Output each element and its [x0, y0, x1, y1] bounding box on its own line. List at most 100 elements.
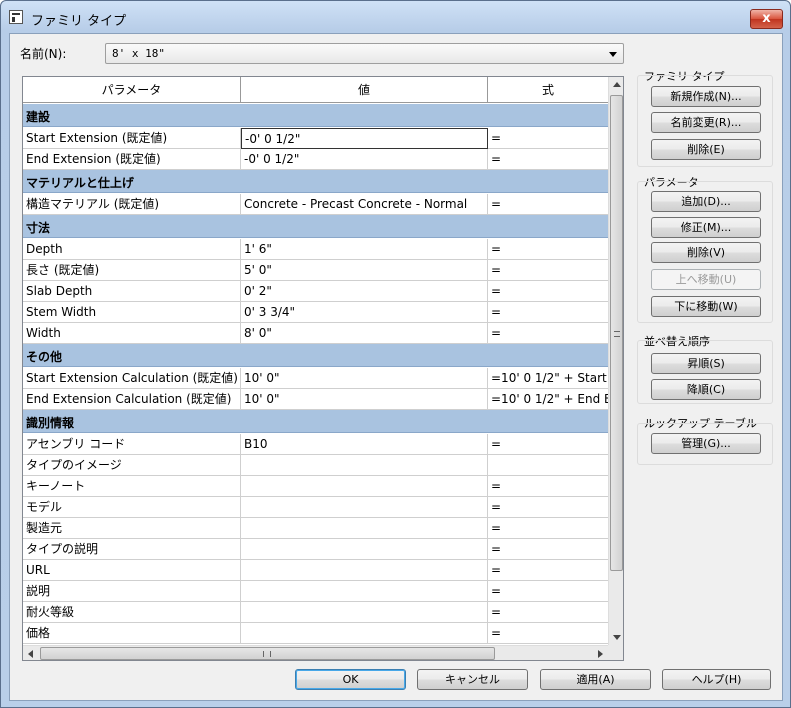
parameter-row[interactable]: キーノート = — [23, 476, 608, 497]
title-bar[interactable]: ファミリ タイプ x — [1, 1, 790, 33]
parameter-formula-cell[interactable]: = — [488, 539, 608, 560]
parameter-value-cell[interactable]: -0' 0 1/2" — [241, 149, 488, 170]
delete-type-button[interactable]: 削除(E) — [651, 139, 761, 160]
column-header-formula[interactable]: 式 — [488, 77, 608, 103]
type-name-combobox[interactable]: 8' x 18" — [105, 43, 624, 64]
manage-lookup-tables-button[interactable]: 管理(G)... — [651, 433, 761, 454]
parameter-name-cell: キーノート — [23, 476, 241, 497]
parameter-value-cell[interactable] — [241, 497, 488, 518]
group-header-row[interactable]: 識別情報 — [23, 410, 608, 433]
parameter-row[interactable]: End Extension (既定値) -0' 0 1/2" = — [23, 149, 608, 170]
scroll-right-icon[interactable] — [598, 650, 603, 658]
parameter-row[interactable]: URL = — [23, 560, 608, 581]
parameter-value-cell[interactable] — [241, 560, 488, 581]
scroll-left-icon[interactable] — [28, 650, 33, 658]
parameter-row[interactable]: Stem Width 0' 3 3/4" = — [23, 302, 608, 323]
parameter-value-cell[interactable] — [241, 539, 488, 560]
column-header-parameter[interactable]: パラメータ — [23, 77, 241, 103]
help-button[interactable]: ヘルプ(H) — [662, 669, 771, 690]
horizontal-scrollbar[interactable] — [23, 645, 608, 660]
parameter-formula-cell[interactable]: = — [488, 323, 608, 344]
parameter-value-cell[interactable]: 5' 0" — [241, 260, 488, 281]
cancel-button[interactable]: キャンセル — [417, 669, 528, 690]
move-up-button[interactable]: 上へ移動(U) — [651, 269, 761, 290]
parameter-value-cell[interactable] — [241, 602, 488, 623]
parameter-value-cell[interactable] — [241, 623, 488, 644]
parameter-formula-cell[interactable]: = — [488, 518, 608, 539]
parameter-row[interactable]: End Extension Calculation (既定値) 10' 0" =10… — [23, 389, 608, 410]
column-header-value[interactable]: 値 — [241, 77, 488, 103]
new-type-button[interactable]: 新規作成(N)... — [651, 86, 761, 107]
parameter-row[interactable]: Depth 1' 6" = — [23, 239, 608, 260]
parameter-row[interactable]: 製造元 = — [23, 518, 608, 539]
apply-button[interactable]: 適用(A) — [540, 669, 651, 690]
vertical-scrollbar[interactable] — [608, 77, 623, 645]
parameter-row[interactable]: タイプのイメージ — [23, 455, 608, 476]
parameter-formula-cell[interactable]: = — [488, 560, 608, 581]
move-down-button[interactable]: 下に移動(W) — [651, 296, 761, 317]
group-header-row[interactable]: 寸法 — [23, 215, 608, 238]
parameter-row[interactable]: タイプの説明 = — [23, 539, 608, 560]
parameter-value-cell[interactable]: 1' 6" — [241, 239, 488, 260]
parameter-value-cell[interactable]: -0' 0 1/2" — [241, 128, 488, 149]
parameter-value-cell[interactable] — [241, 476, 488, 497]
sort-descending-button[interactable]: 降順(C) — [651, 379, 761, 400]
parameter-row[interactable]: 価格 = — [23, 623, 608, 644]
parameter-row[interactable]: 構造マテリアル (既定値) Concrete - Precast Concrete… — [23, 194, 608, 215]
parameter-value-cell[interactable]: B10 — [241, 434, 488, 455]
parameter-formula-cell[interactable]: = — [488, 476, 608, 497]
horizontal-scroll-thumb[interactable] — [40, 647, 495, 660]
scroll-down-button[interactable] — [609, 629, 623, 645]
parameter-formula-cell[interactable]: = — [488, 497, 608, 518]
sort-ascending-button[interactable]: 昇順(S) — [651, 353, 761, 374]
parameter-formula-cell[interactable]: = — [488, 581, 608, 602]
modify-parameter-button[interactable]: 修正(M)... — [651, 217, 761, 238]
vertical-scroll-thumb[interactable] — [610, 95, 623, 571]
parameter-formula-cell[interactable]: = — [488, 602, 608, 623]
parameter-formula-cell[interactable]: = — [488, 128, 608, 149]
scroll-up-button[interactable] — [609, 77, 623, 93]
remove-parameter-button[interactable]: 削除(V) — [651, 242, 761, 263]
chevron-down-icon[interactable] — [609, 52, 617, 57]
parameter-value-cell[interactable] — [241, 581, 488, 602]
parameter-row[interactable]: Start Extension Calculation (既定値) 10' 0" =… — [23, 368, 608, 389]
group-header-row[interactable]: マテリアルと仕上げ — [23, 170, 608, 193]
parameter-row[interactable]: 耐火等級 = — [23, 602, 608, 623]
parameter-formula-cell[interactable]: = — [488, 434, 608, 455]
parameter-name-cell: 製造元 — [23, 518, 241, 539]
parameter-row[interactable]: モデル = — [23, 497, 608, 518]
group-header-row[interactable]: その他 — [23, 344, 608, 367]
parameter-value-cell[interactable] — [241, 518, 488, 539]
parameter-formula-cell[interactable]: =10' 0 1/2" + End E — [488, 389, 608, 410]
parameter-row[interactable]: 説明 = — [23, 581, 608, 602]
parameter-name-cell: URL — [23, 560, 241, 581]
parameter-formula-cell[interactable]: = — [488, 239, 608, 260]
parameter-value-cell[interactable] — [241, 455, 488, 476]
parameter-formula-cell[interactable]: = — [488, 281, 608, 302]
parameter-row[interactable]: Width 8' 0" = — [23, 323, 608, 344]
rename-type-button[interactable]: 名前変更(R)... — [651, 112, 761, 133]
parameter-formula-cell[interactable]: = — [488, 260, 608, 281]
add-parameter-button[interactable]: 追加(D)... — [651, 191, 761, 212]
close-button[interactable]: x — [750, 9, 783, 29]
parameter-grid[interactable]: パラメータ 値 式 建設 Start Extension (既定値) -0' 0 1… — [22, 76, 624, 661]
parameter-formula-cell[interactable]: =10' 0 1/2" + Start — [488, 368, 608, 389]
parameter-row[interactable]: 長さ (既定値) 5' 0" = — [23, 260, 608, 281]
parameter-value-cell[interactable]: 0' 3 3/4" — [241, 302, 488, 323]
parameter-formula-cell[interactable]: = — [488, 302, 608, 323]
parameter-formula-cell[interactable]: = — [488, 623, 608, 644]
parameter-value-cell[interactable]: 10' 0" — [241, 368, 488, 389]
parameter-value-cell[interactable]: 0' 2" — [241, 281, 488, 302]
parameter-value-cell[interactable]: 8' 0" — [241, 323, 488, 344]
parameter-row[interactable]: Start Extension (既定値) -0' 0 1/2" = — [23, 128, 608, 149]
parameter-value-cell[interactable]: 10' 0" — [241, 389, 488, 410]
group-header-row[interactable]: 建設 — [23, 104, 608, 127]
ok-button[interactable]: OK — [295, 669, 406, 690]
parameter-value-cell[interactable]: Concrete - Precast Concrete - Normal — [241, 194, 488, 215]
parameter-formula-cell[interactable] — [488, 455, 608, 476]
parameter-formula-cell[interactable]: = — [488, 149, 608, 170]
parameter-formula-cell[interactable]: = — [488, 194, 608, 215]
parameter-row[interactable]: アセンブリ コード B10 = — [23, 434, 608, 455]
parameter-name-cell: Depth — [23, 239, 241, 260]
parameter-row[interactable]: Slab Depth 0' 2" = — [23, 281, 608, 302]
